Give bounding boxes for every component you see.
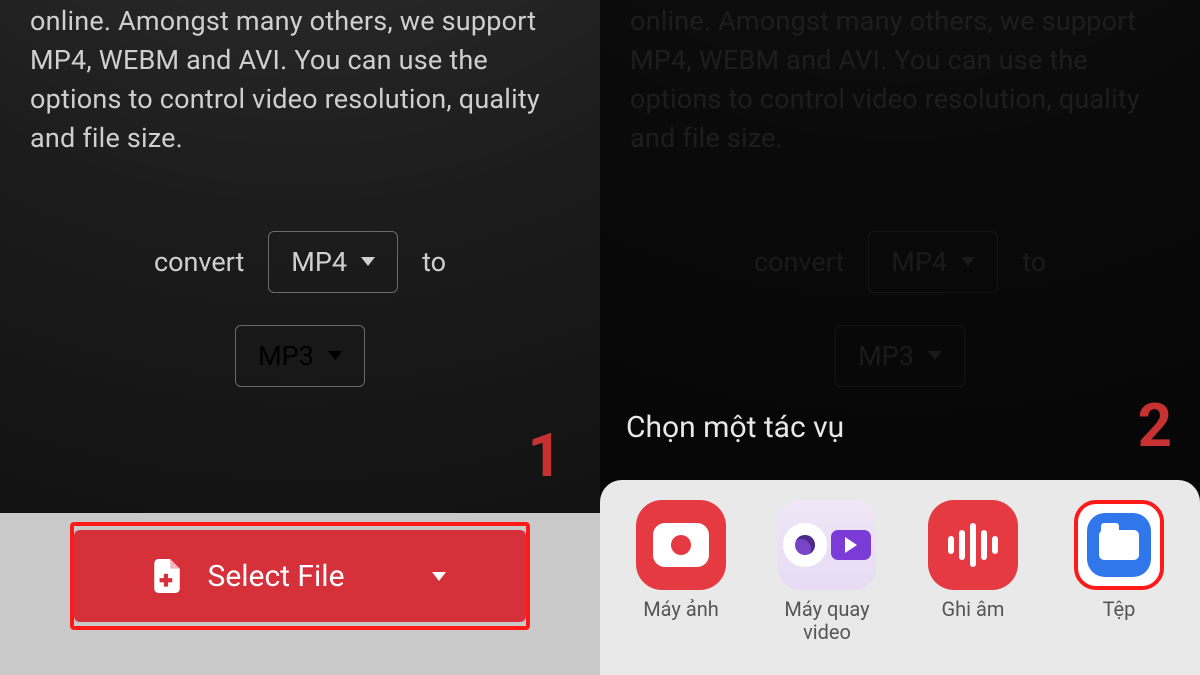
- app-label-files: Tệp: [1103, 598, 1136, 621]
- action-sheet-title: Chọn một tác vụ: [626, 410, 844, 445]
- select-file-label: Select File: [208, 559, 345, 594]
- voice-wave-icon: [928, 500, 1018, 590]
- convert-to-label: to: [422, 246, 446, 278]
- select-file-button[interactable]: Select File: [74, 530, 526, 622]
- app-option-files[interactable]: Tệp: [1054, 500, 1184, 621]
- app-option-video-recorder[interactable]: Máy quay video: [762, 500, 892, 644]
- step-1-background: online. Amongst many others, we support …: [0, 0, 600, 675]
- app-option-camera[interactable]: Máy ảnh: [616, 500, 746, 621]
- file-add-icon: [154, 559, 180, 593]
- chevron-down-icon: [328, 351, 342, 360]
- to-format-value: MP3: [258, 340, 314, 372]
- folder-icon: [1087, 513, 1151, 577]
- app-option-voice-recorder[interactable]: Ghi âm: [908, 500, 1038, 621]
- files-icon-highlight: [1074, 500, 1164, 590]
- step-2-background: online. Amongst many others, we support …: [600, 0, 1200, 675]
- from-format-value: MP4: [291, 246, 347, 278]
- video-recorder-icon: [778, 500, 876, 590]
- step-number-2: 2: [1138, 390, 1172, 461]
- app-label-camera: Máy ảnh: [643, 598, 719, 621]
- to-format-dropdown[interactable]: MP3: [235, 325, 365, 387]
- select-file-highlight: Select File: [70, 522, 530, 630]
- convert-prefix-label: convert: [154, 246, 244, 278]
- action-sheet: Máy ảnh Máy quay video Ghi âm: [600, 480, 1200, 675]
- from-format-dropdown[interactable]: MP4: [268, 231, 398, 293]
- step-1-panel: online. Amongst many others, we support …: [0, 0, 600, 675]
- step-number-1: 1: [528, 420, 562, 491]
- convert-from-row: convert MP4 to: [0, 231, 600, 293]
- camera-icon: [636, 500, 726, 590]
- converter-description: online. Amongst many others, we support …: [0, 0, 600, 159]
- step-2-panel: online. Amongst many others, we support …: [600, 0, 1200, 675]
- chevron-down-icon: [432, 572, 446, 581]
- convert-to-row: MP3: [0, 325, 600, 387]
- chevron-down-icon: [361, 257, 375, 266]
- app-label-video: Máy quay video: [762, 598, 892, 644]
- app-label-voice: Ghi âm: [942, 598, 1005, 621]
